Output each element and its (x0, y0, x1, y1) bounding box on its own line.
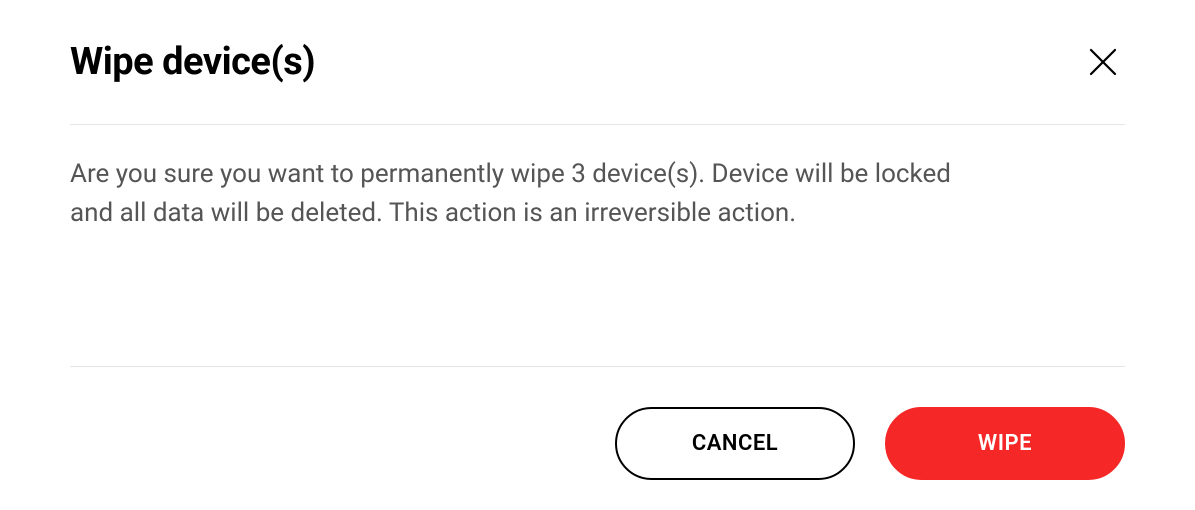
dialog-footer: CANCEL WIPE (70, 367, 1125, 480)
cancel-button[interactable]: CANCEL (615, 407, 855, 480)
dialog-header: Wipe device(s) (70, 40, 1125, 125)
close-icon (1085, 44, 1121, 80)
dialog-message: Are you sure you want to permanently wip… (70, 155, 970, 233)
dialog-body: Are you sure you want to permanently wip… (70, 125, 1125, 367)
wipe-button[interactable]: WIPE (885, 407, 1125, 480)
wipe-device-dialog: Wipe device(s) Are you sure you want to … (0, 0, 1195, 510)
close-button[interactable] (1081, 40, 1125, 84)
dialog-title: Wipe device(s) (70, 40, 315, 84)
